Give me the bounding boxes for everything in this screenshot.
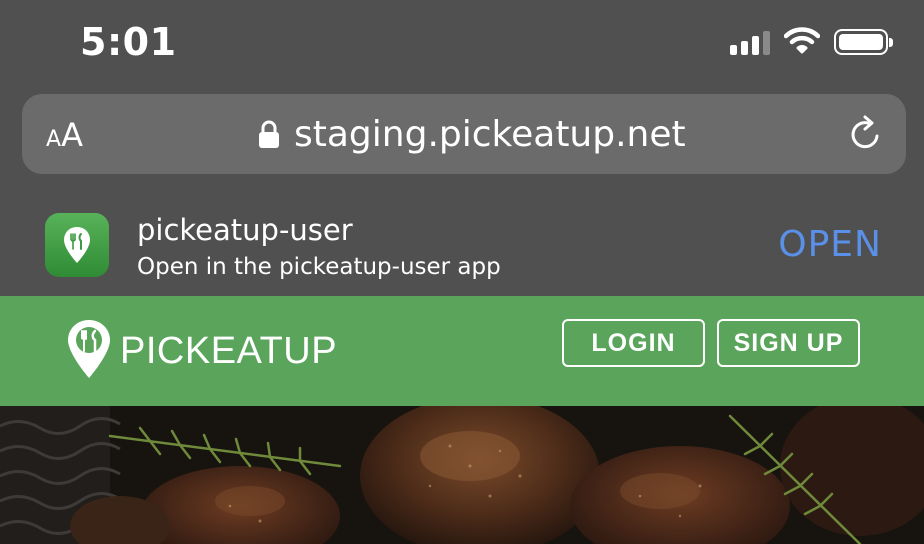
logo-text: PICKEATUP [120,330,338,372]
status-time: 5:01 [80,20,177,64]
app-name: pickeatup-user [137,213,353,247]
text-size-big-letter: A [61,116,83,154]
sign-up-button[interactable]: SIGN UP [717,319,860,367]
reload-icon[interactable] [846,114,886,154]
mobile-screen: 5:01 AA staging.pickeatup.net pickeatup-… [0,0,924,544]
pickeatup-app-icon[interactable] [45,213,109,277]
app-subtitle: Open in the pickeatup-user app [137,254,501,280]
signal-icon [730,29,770,55]
lock-icon [258,119,280,149]
site-header: PICKEATUP LOGIN SIGN UP [0,296,924,406]
open-app-button[interactable]: OPEN [778,224,882,265]
pickeatup-logo-pin-icon [66,318,112,385]
pickeatup-logo[interactable]: PICKEATUP [66,318,337,385]
wifi-icon [783,26,821,59]
smart-app-banner: pickeatup-user Open in the pickeatup-use… [0,196,924,296]
status-icons [730,26,893,59]
login-button[interactable]: LOGIN [562,319,705,367]
url-text: staging.pickeatup.net [294,113,686,155]
text-size-small-letter: A [46,127,62,152]
hero-food-image [0,406,924,544]
address-bar[interactable]: AA staging.pickeatup.net [22,94,906,174]
text-size-button[interactable]: AA [46,116,83,154]
url-display[interactable]: staging.pickeatup.net [258,112,686,156]
status-bar: 5:01 [0,0,924,88]
hero-food-illustration [0,406,924,544]
battery-icon [834,29,893,55]
